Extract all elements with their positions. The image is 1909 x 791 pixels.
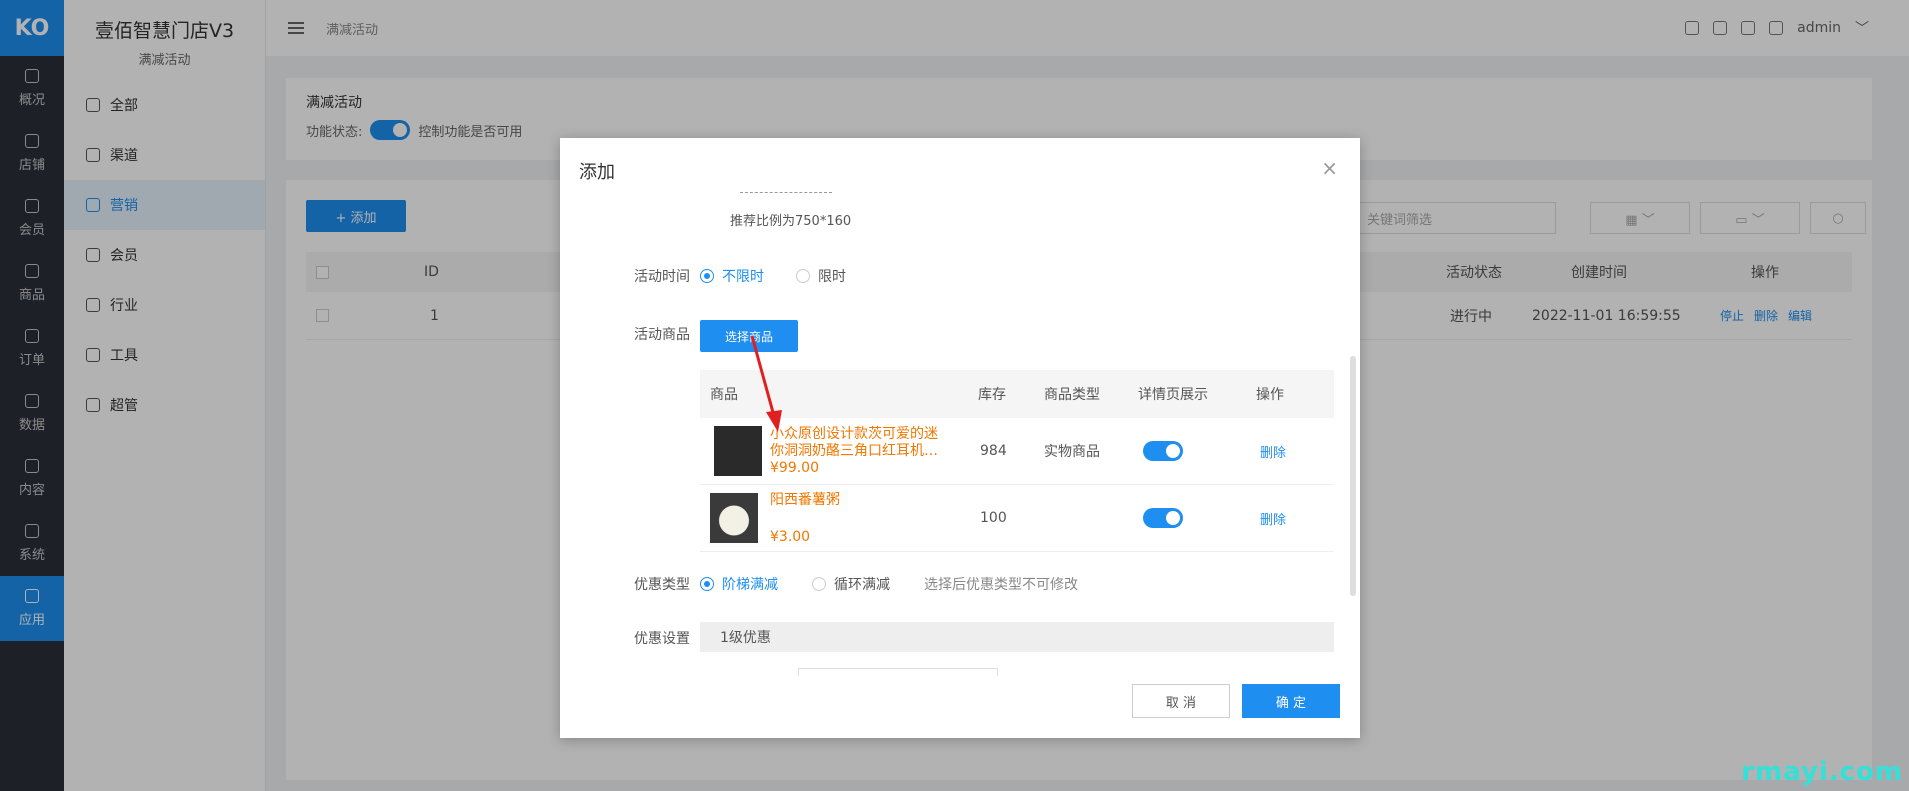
annotation-arrow	[750, 335, 782, 432]
arrow-head	[766, 410, 782, 432]
col-goods: 商品	[710, 387, 738, 403]
goods-table-header: 商品 库存 商品类型 详情页展示 操作	[700, 370, 1334, 418]
time-label: 活动时间	[634, 269, 690, 285]
detail-show-switch[interactable]	[1143, 441, 1183, 461]
col-op: 操作	[1256, 387, 1284, 403]
image-upload-border	[740, 192, 832, 193]
image-hint: 推荐比例为750*160	[730, 214, 852, 229]
col-type: 商品类型	[1044, 387, 1100, 403]
goods-row: 阳西番薯粥 ¥3.00 100 删除	[700, 485, 1334, 552]
radio-tiered[interactable]: 阶梯满减	[700, 574, 778, 594]
discount-label: 优惠类型	[634, 577, 690, 593]
level-input[interactable]	[798, 668, 998, 676]
radio-dot	[812, 577, 826, 591]
goods-name[interactable]: 阳西番薯粥	[770, 492, 940, 509]
goods-stock: 100	[980, 510, 1007, 526]
close-icon[interactable]: ×	[1321, 156, 1338, 180]
col-stock: 库存	[978, 387, 1006, 403]
cancel-button[interactable]: 取 消	[1132, 684, 1230, 718]
confirm-button[interactable]: 确 定	[1242, 684, 1340, 718]
modal-footer: 取 消 确 定	[1132, 684, 1340, 718]
modal-body: 推荐比例为750*160 活动时间 不限时 限时 活动商品 选择商品 商品 库存…	[560, 186, 1360, 676]
goods-name[interactable]: 小众原创设计款茨可爱的迷你洞洞奶酪三角口红耳机…	[770, 426, 940, 460]
radio-limited[interactable]: 限时	[796, 266, 846, 286]
radio-dot	[796, 269, 810, 283]
arrow-line	[750, 335, 776, 417]
goods-price: ¥3.00	[770, 528, 811, 545]
discount-note: 选择后优惠类型不可修改	[924, 577, 1078, 593]
goods-label: 活动商品	[634, 327, 690, 343]
goods-table: 商品 库存 商品类型 详情页展示 操作 小众原创设计款茨可爱的迷你洞洞奶酪三角口…	[700, 370, 1334, 552]
detail-show-switch[interactable]	[1143, 508, 1183, 528]
goods-row: 小众原创设计款茨可爱的迷你洞洞奶酪三角口红耳机… ¥99.00 984 实物商品…	[700, 418, 1334, 485]
watermark: rmayi.com	[1741, 757, 1903, 787]
goods-thumbnail	[710, 493, 758, 543]
radio-dot	[700, 269, 714, 283]
level-header: 1级优惠	[700, 622, 1334, 652]
goods-stock: 984	[980, 443, 1007, 459]
add-modal: 添加 × 推荐比例为750*160 活动时间 不限时 限时 活动商品 选择商品 …	[560, 138, 1360, 738]
modal-scrollbar[interactable]	[1350, 356, 1356, 596]
radio-dot	[700, 577, 714, 591]
goods-price: ¥99.00	[770, 460, 819, 476]
radio-unlimited[interactable]: 不限时	[700, 266, 764, 286]
col-show: 详情页展示	[1138, 387, 1208, 403]
modal-title: 添加	[579, 162, 615, 183]
radio-cyclic[interactable]: 循环满减	[812, 574, 890, 594]
goods-delete-link[interactable]: 删除	[1260, 509, 1286, 528]
setting-label: 优惠设置	[634, 631, 690, 647]
goods-delete-link[interactable]: 删除	[1260, 442, 1286, 461]
goods-type: 实物商品	[1044, 444, 1100, 460]
